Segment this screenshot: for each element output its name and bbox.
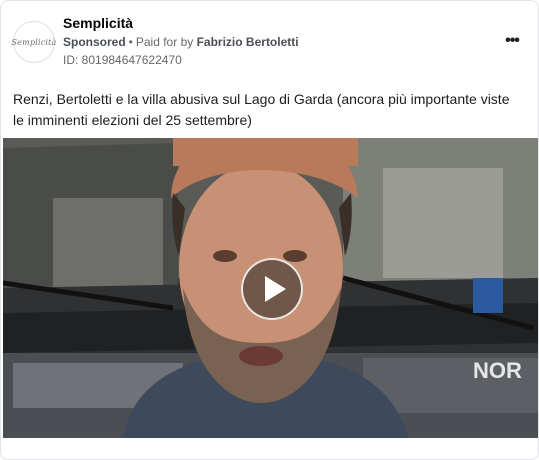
ad-id: ID: 801984647622470 (63, 53, 182, 67)
avatar-logo-text: Semplicità (11, 37, 57, 47)
truck-lettering: NOR (473, 358, 522, 383)
separator-dot: • (128, 35, 133, 49)
post-meta: Semplicità Sponsored • Paid for by Fabrizi… (63, 13, 486, 69)
paid-for-prefix: Paid for by (135, 35, 194, 49)
sponsored-line: Sponsored • Paid for by Fabrizio Bertolett… (63, 33, 486, 51)
page-avatar[interactable]: Semplicità (11, 21, 57, 63)
paid-for-name: Fabrizio Bertoletti (196, 35, 299, 49)
post-header: Semplicità Semplicità Sponsored • Paid for… (11, 11, 526, 73)
post-text: Renzi, Bertoletti e la villa abusiva sul… (13, 91, 510, 128)
sponsored-label: Sponsored (63, 35, 126, 49)
play-button[interactable] (241, 258, 303, 320)
more-options-icon[interactable]: ••• (500, 31, 524, 51)
ad-card: Semplicità Semplicità Sponsored • Paid for… (0, 0, 539, 460)
play-icon (264, 276, 286, 302)
video-player[interactable]: NOR (3, 138, 538, 438)
page-name[interactable]: Semplicità (63, 13, 486, 33)
